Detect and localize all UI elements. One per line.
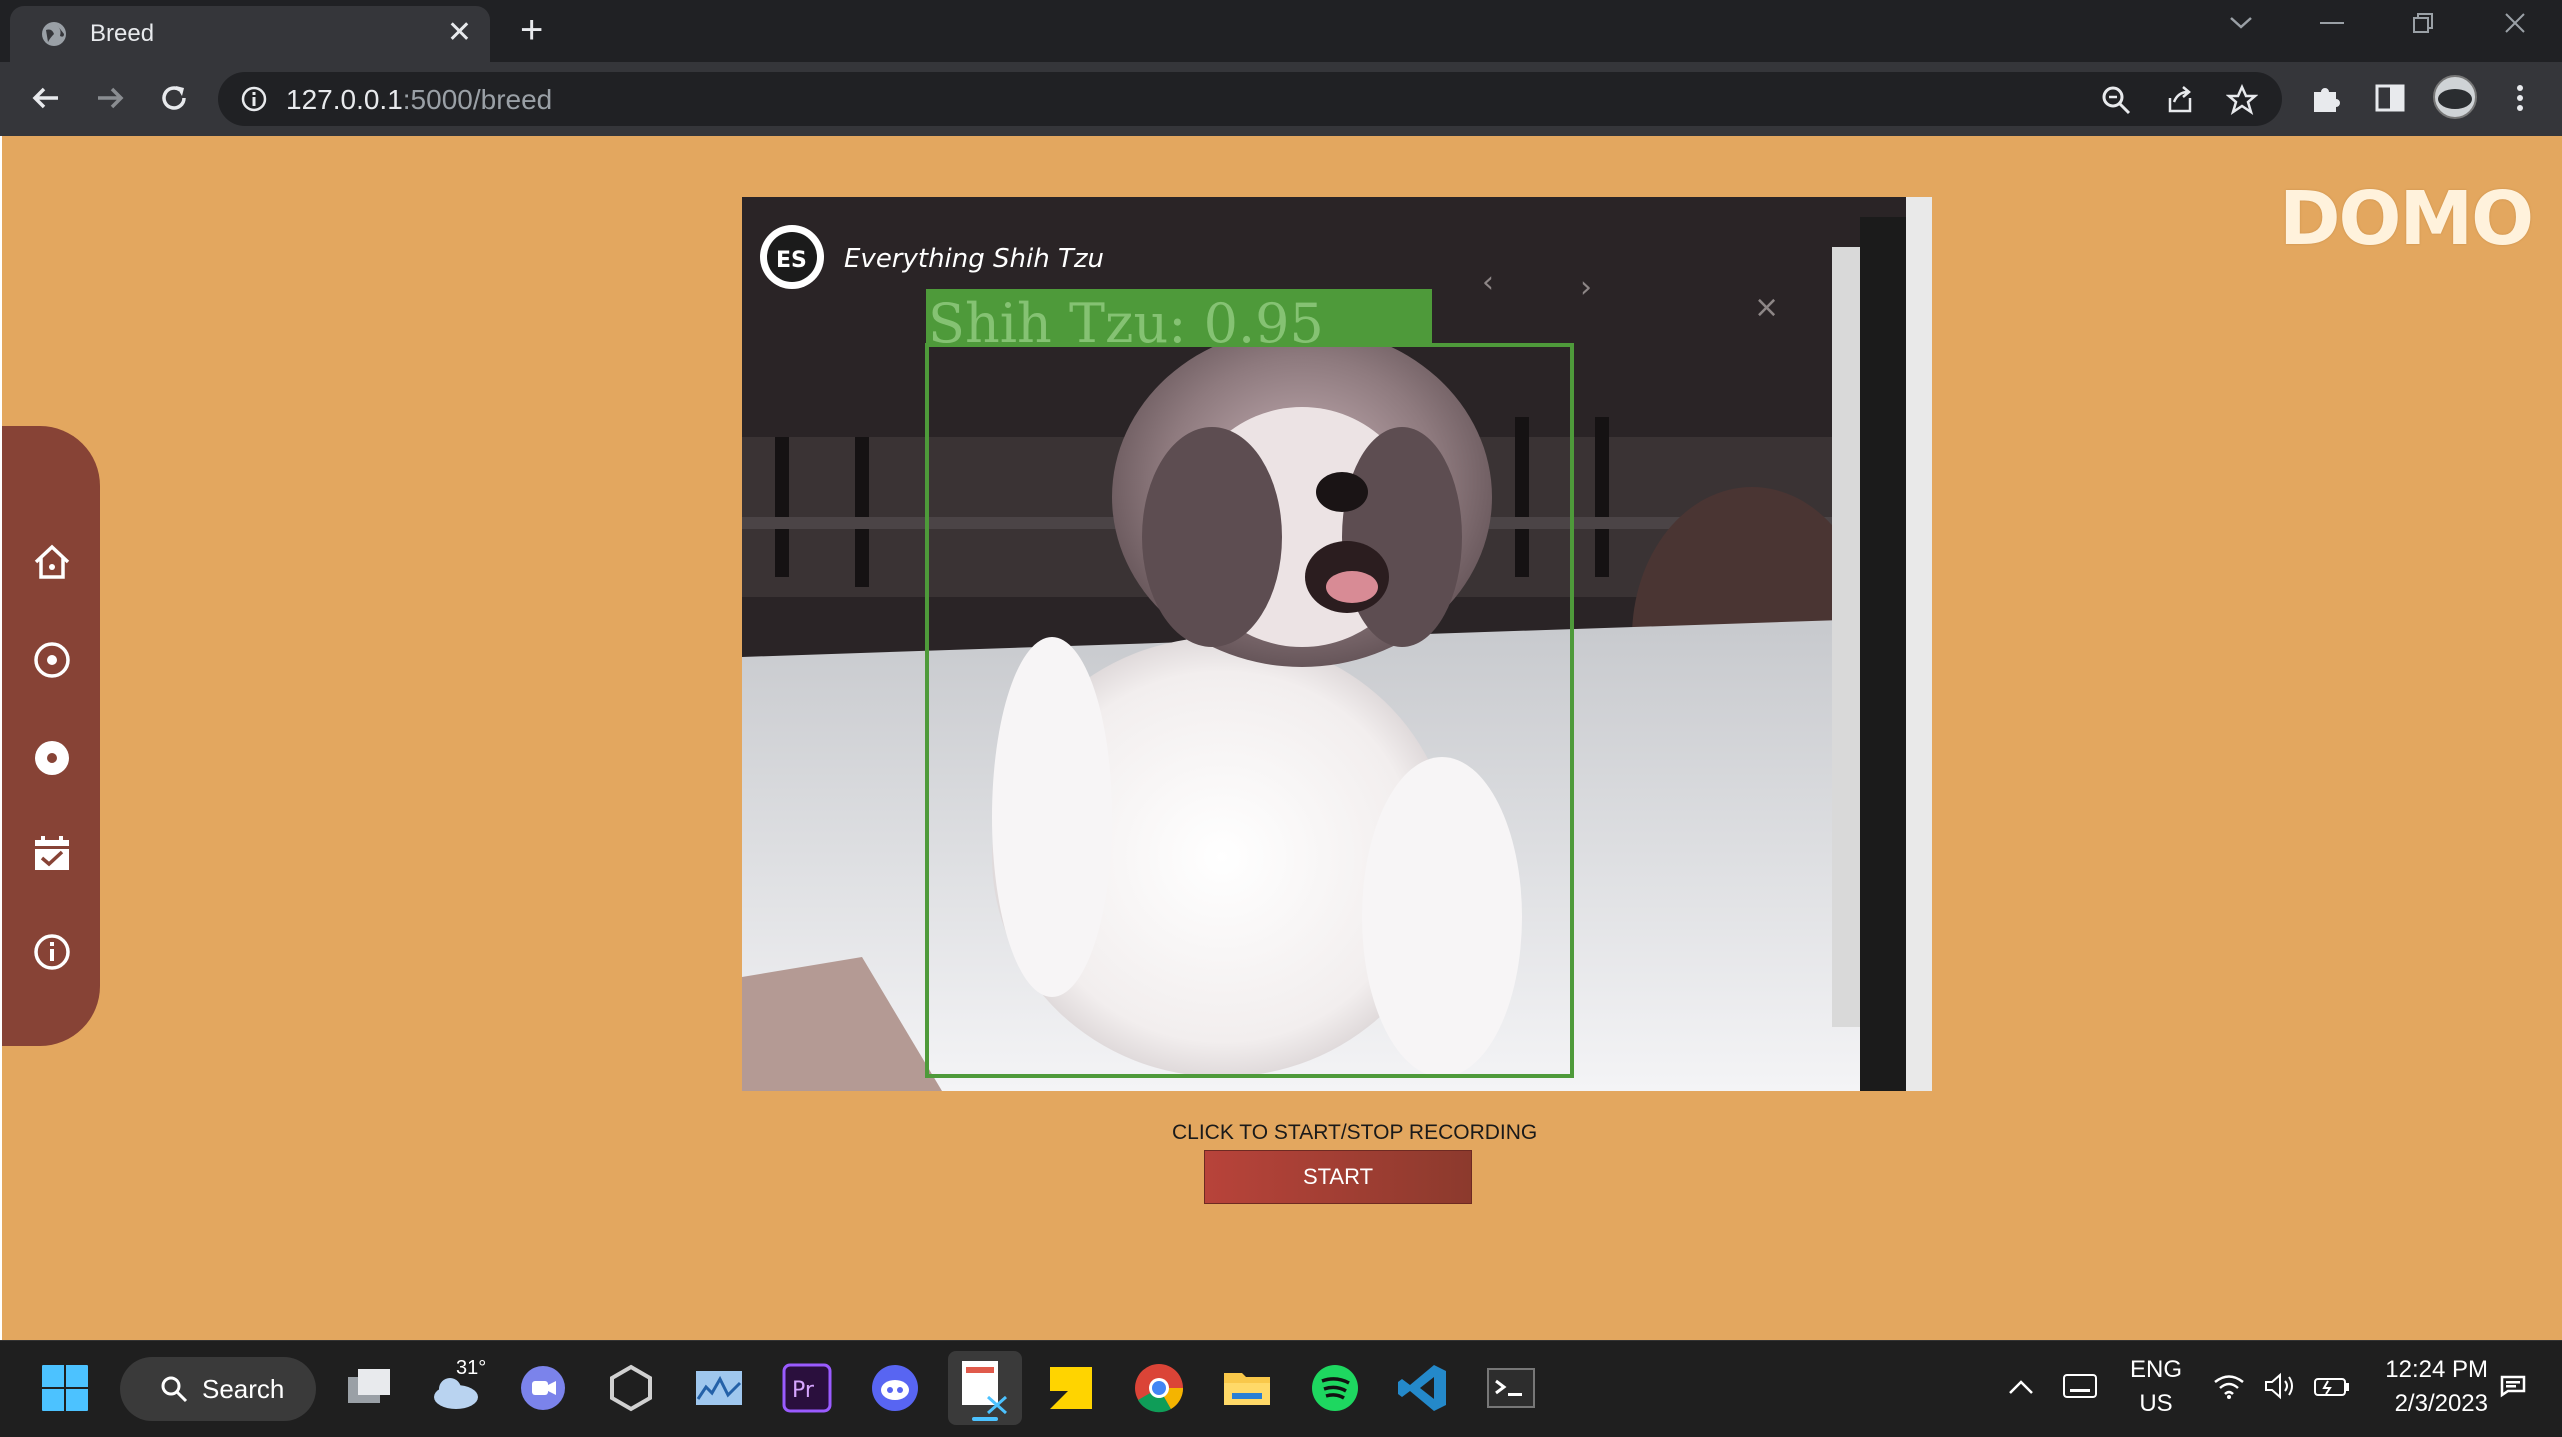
tab-close-icon[interactable]: ✕ bbox=[447, 16, 472, 50]
url-text[interactable]: 127.0.0.1:5000/breed bbox=[286, 84, 552, 116]
chevron-up-icon[interactable] bbox=[2006, 1375, 2036, 1399]
channel-watermark: Everything Shih Tzu bbox=[844, 244, 1104, 274]
calendar-icon[interactable] bbox=[30, 832, 74, 876]
keyboard-icon[interactable] bbox=[2062, 1371, 2098, 1401]
back-icon[interactable] bbox=[26, 78, 66, 118]
breed-page: DOMO ES Everything Shih Tzu ‹ › × Shih T… bbox=[0, 136, 2562, 1340]
windows-taskbar: Search 31° Pr ENG US 12:24 PM 2/3/2023 bbox=[0, 1340, 2562, 1437]
start-button[interactable]: START bbox=[1204, 1150, 1472, 1204]
svg-text:ES: ES bbox=[776, 248, 807, 273]
snipping-tool-active[interactable] bbox=[948, 1351, 1022, 1425]
target-icon[interactable] bbox=[30, 638, 74, 682]
windows-start-icon[interactable] bbox=[40, 1363, 90, 1413]
language-indicator[interactable]: ENG US bbox=[2124, 1353, 2188, 1421]
close-window-icon[interactable] bbox=[2504, 12, 2526, 34]
tab-search-icon[interactable] bbox=[2228, 12, 2254, 32]
reload-icon[interactable] bbox=[154, 78, 194, 118]
teams-icon[interactable] bbox=[514, 1359, 572, 1417]
restore-icon[interactable] bbox=[2412, 12, 2434, 34]
extensions-icon[interactable] bbox=[2306, 78, 2346, 118]
share-icon[interactable] bbox=[2164, 84, 2196, 116]
vscode-icon[interactable] bbox=[1394, 1359, 1452, 1417]
svg-text:Pr: Pr bbox=[792, 1378, 815, 1403]
snipping-tool-icon bbox=[962, 1361, 1007, 1421]
zoom-icon[interactable] bbox=[2100, 84, 2132, 116]
discord-icon[interactable] bbox=[866, 1359, 924, 1417]
recording-hint: CLICK TO START/STOP RECORDING bbox=[1172, 1121, 1538, 1144]
resource-monitor-icon[interactable] bbox=[690, 1359, 748, 1417]
home-icon[interactable] bbox=[30, 540, 74, 584]
chrome-icon[interactable] bbox=[1130, 1359, 1188, 1417]
lang-code: ENG bbox=[2129, 1356, 2182, 1383]
sticky-notes-icon[interactable] bbox=[1042, 1359, 1100, 1417]
globe-icon bbox=[42, 22, 66, 46]
tab-strip: Breed ✕ + bbox=[0, 0, 2562, 62]
forward-icon[interactable] bbox=[90, 78, 130, 118]
profile-avatar-icon[interactable] bbox=[2432, 74, 2478, 120]
address-bar[interactable]: 127.0.0.1:5000/breed bbox=[218, 72, 2282, 126]
weather-temp: 31° bbox=[456, 1357, 487, 1379]
tab-breed[interactable]: Breed ✕ bbox=[10, 6, 490, 62]
volume-icon[interactable] bbox=[2262, 1371, 2296, 1401]
new-tab-button[interactable]: + bbox=[520, 8, 543, 52]
battery-icon[interactable] bbox=[2312, 1371, 2352, 1401]
premiere-pro-icon[interactable]: Pr bbox=[778, 1359, 836, 1417]
region-code: US bbox=[2139, 1390, 2173, 1417]
tab-title: Breed bbox=[90, 20, 155, 47]
bookmark-star-icon[interactable] bbox=[2226, 84, 2258, 116]
svg-text:×: × bbox=[1754, 290, 1779, 325]
svg-text:‹: ‹ bbox=[1482, 265, 1494, 300]
camera-frame-image: ES Everything Shih Tzu ‹ › × Shih Tzu: 0… bbox=[742, 197, 1932, 1091]
terminal-icon[interactable] bbox=[1482, 1359, 1540, 1417]
camera-feed: ES Everything Shih Tzu ‹ › × Shih Tzu: 0… bbox=[742, 197, 1932, 1091]
clock-time: 12:24 PM bbox=[2385, 1356, 2488, 1383]
unity-icon[interactable] bbox=[602, 1359, 660, 1417]
taskbar-search[interactable]: Search bbox=[120, 1357, 316, 1421]
site-info-icon[interactable] bbox=[240, 85, 268, 113]
record-icon[interactable] bbox=[30, 736, 74, 780]
info-icon[interactable] bbox=[30, 930, 74, 974]
menu-kebab-icon[interactable] bbox=[2500, 78, 2540, 118]
clock[interactable]: 12:24 PM 2/3/2023 bbox=[2366, 1353, 2488, 1421]
side-panel-icon[interactable] bbox=[2370, 78, 2410, 118]
clock-date: 2/3/2023 bbox=[2394, 1390, 2488, 1417]
notification-icon[interactable] bbox=[2496, 1369, 2530, 1403]
minimize-icon[interactable] bbox=[2320, 22, 2344, 26]
wifi-icon[interactable] bbox=[2212, 1371, 2246, 1401]
file-explorer-icon[interactable] bbox=[1218, 1359, 1276, 1417]
search-label: Search bbox=[202, 1374, 285, 1404]
domo-logo: DOMO bbox=[2279, 176, 2534, 262]
sidebar-nav bbox=[2, 426, 100, 1046]
browser-toolbar: 127.0.0.1:5000/breed bbox=[0, 62, 2562, 136]
search-icon bbox=[161, 1376, 188, 1403]
svg-text:›: › bbox=[1580, 270, 1592, 305]
spotify-icon[interactable] bbox=[1306, 1359, 1364, 1417]
task-view-icon[interactable] bbox=[340, 1359, 398, 1417]
